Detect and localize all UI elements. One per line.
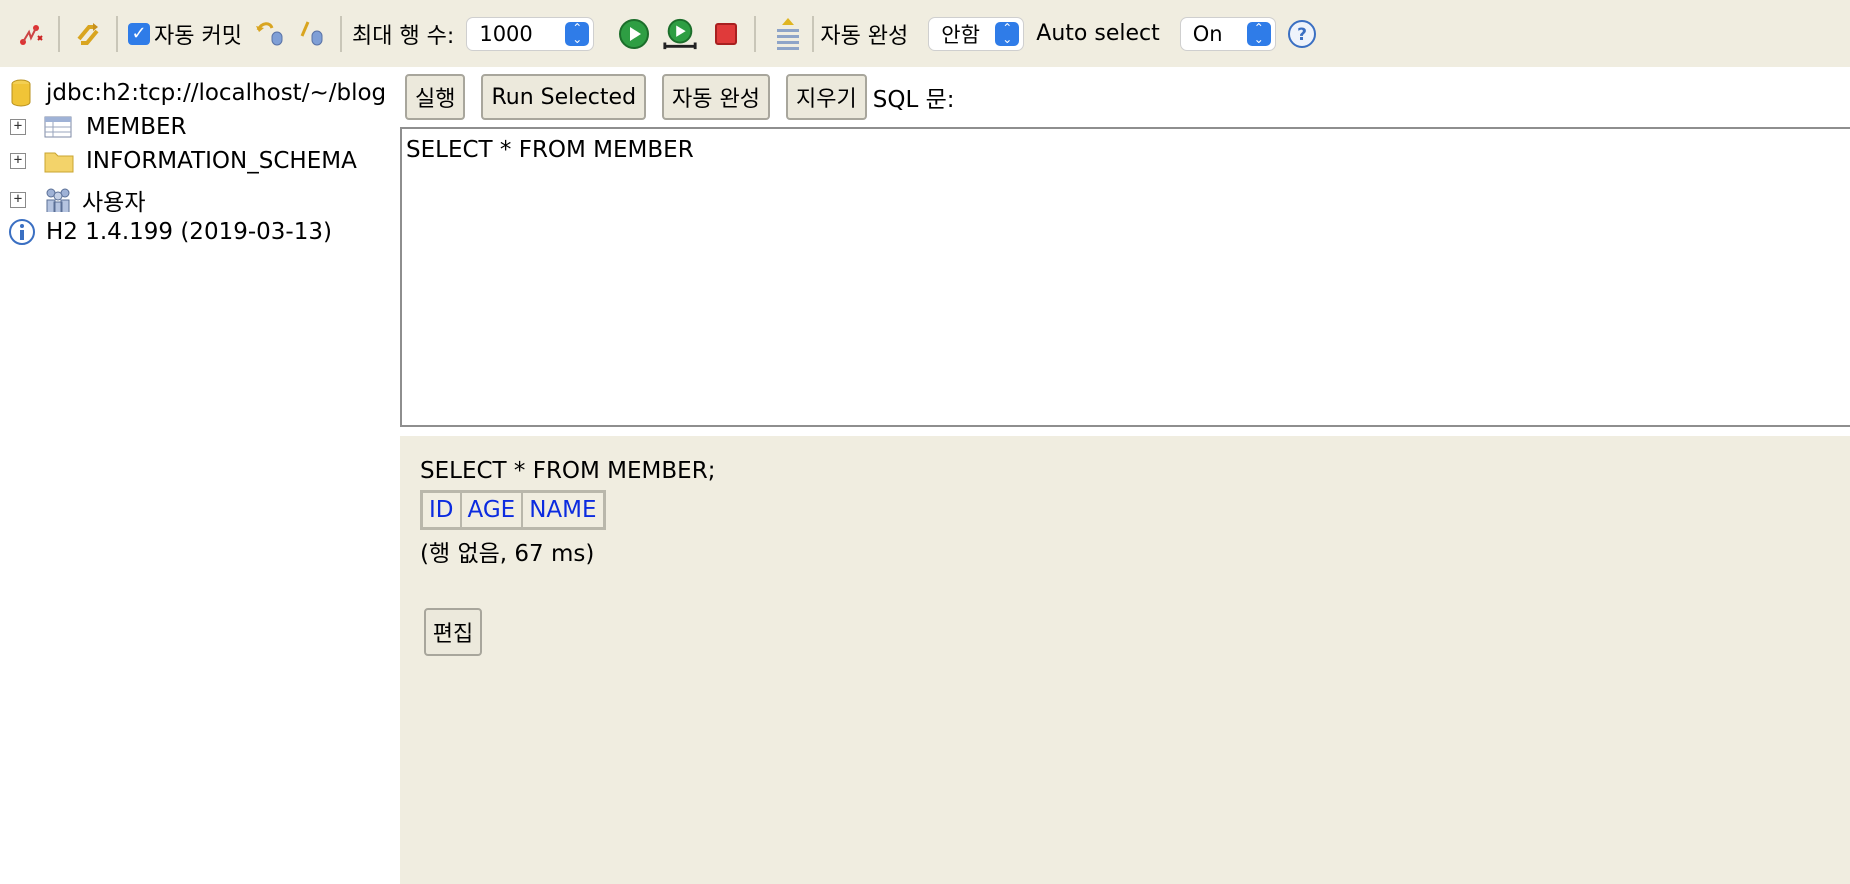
toolbar-separator	[754, 15, 757, 52]
stop-icon[interactable]	[708, 14, 744, 54]
sql-editor[interactable]: SELECT * FROM MEMBER	[400, 127, 1850, 427]
autocommit-checkbox[interactable]: ✓ 자동 커밋	[128, 18, 242, 50]
history-icon[interactable]	[770, 14, 806, 54]
auto-select-label: Auto select	[1036, 21, 1160, 46]
tree-item-information-schema[interactable]: + INFORMATION_SCHEMA	[10, 148, 357, 174]
column-header[interactable]: NAME	[522, 492, 604, 528]
max-rows-value: 1000	[479, 21, 533, 46]
column-header[interactable]: AGE	[460, 492, 523, 528]
sql-statement-label: SQL 문:	[872, 87, 955, 113]
run-selected-icon[interactable]	[662, 14, 698, 54]
toolbar: ✓ 자동 커밋 최대 행 수: 1000 ⌃ ⌄ 자동 완성 안함 ⌃ ⌄ Auto…	[0, 0, 1850, 67]
autocommit-label: 자동 커밋	[154, 23, 242, 49]
sql-button-bar: 실행 Run Selected 자동 완성 지우기 SQL 문:	[400, 67, 1850, 127]
executed-query: SELECT * FROM MEMBER;	[420, 458, 716, 484]
expand-icon[interactable]: +	[10, 153, 26, 169]
version-info: H2 1.4.199 (2019-03-13)	[8, 218, 332, 246]
auto-select-select[interactable]: On ⌃ ⌄	[1179, 16, 1276, 51]
help-icon[interactable]: ?	[1284, 14, 1320, 54]
folder-icon	[44, 152, 74, 173]
table-header-row: ID AGE NAME	[422, 492, 604, 528]
info-icon	[9, 219, 35, 245]
refresh-icon[interactable]	[70, 14, 106, 54]
run-icon[interactable]	[616, 14, 652, 54]
column-header[interactable]: ID	[422, 492, 461, 528]
connection-node[interactable]: jdbc:h2:tcp://localhost/~/blog	[10, 79, 386, 107]
checkbox-check-icon[interactable]: ✓	[128, 22, 150, 45]
select-arrows-icon: ⌃ ⌄	[1246, 21, 1271, 46]
run-selected-button[interactable]: Run Selected	[481, 74, 647, 120]
result-table: ID AGE NAME	[420, 490, 606, 530]
disconnect-icon[interactable]	[12, 14, 48, 54]
autocomplete-button[interactable]: 자동 완성	[662, 74, 770, 120]
table-icon	[44, 116, 72, 138]
connection-url: jdbc:h2:tcp://localhost/~/blog	[46, 80, 387, 106]
version-label: H2 1.4.199 (2019-03-13)	[46, 219, 332, 245]
users-icon	[46, 188, 70, 212]
run-button[interactable]: 실행	[405, 74, 466, 120]
autocomplete-select[interactable]: 안함 ⌃ ⌄	[928, 16, 1025, 51]
toolbar-separator	[339, 15, 342, 52]
toolbar-separator	[116, 15, 118, 52]
tree-item-label: INFORMATION_SCHEMA	[86, 148, 357, 174]
tree-item-users[interactable]: + 사용자	[10, 183, 145, 217]
expand-icon[interactable]: +	[10, 119, 26, 135]
expand-icon[interactable]: +	[10, 192, 26, 208]
result-panel: SELECT * FROM MEMBER; ID AGE NAME (행 없음,…	[400, 436, 1850, 884]
autocomplete-value: 안함	[941, 22, 980, 47]
toolbar-separator	[58, 15, 60, 52]
max-rows-label: 최대 행 수:	[351, 23, 455, 49]
edit-button[interactable]: 편집	[424, 608, 482, 656]
clear-button[interactable]: 지우기	[786, 74, 867, 120]
result-info: (행 없음, 67 ms)	[420, 541, 595, 567]
tree-item-member[interactable]: + MEMBER	[10, 114, 187, 140]
database-icon	[11, 79, 31, 107]
tree-item-label: 사용자	[82, 190, 146, 216]
toolbar-separator	[812, 15, 815, 52]
tree-item-label: MEMBER	[86, 114, 187, 140]
max-rows-select[interactable]: 1000 ⌃ ⌄	[466, 16, 595, 51]
select-arrows-icon: ⌃ ⌄	[565, 21, 590, 46]
rollback-icon[interactable]	[252, 14, 288, 54]
svg-text:?: ?	[1297, 25, 1307, 45]
select-arrows-icon: ⌃ ⌄	[995, 21, 1020, 46]
autocomplete-label: 자동 완성	[820, 23, 909, 49]
commit-icon[interactable]	[294, 14, 330, 54]
auto-select-value: On	[1192, 21, 1223, 46]
schema-tree: jdbc:h2:tcp://localhost/~/blog + MEMBER …	[0, 67, 400, 884]
